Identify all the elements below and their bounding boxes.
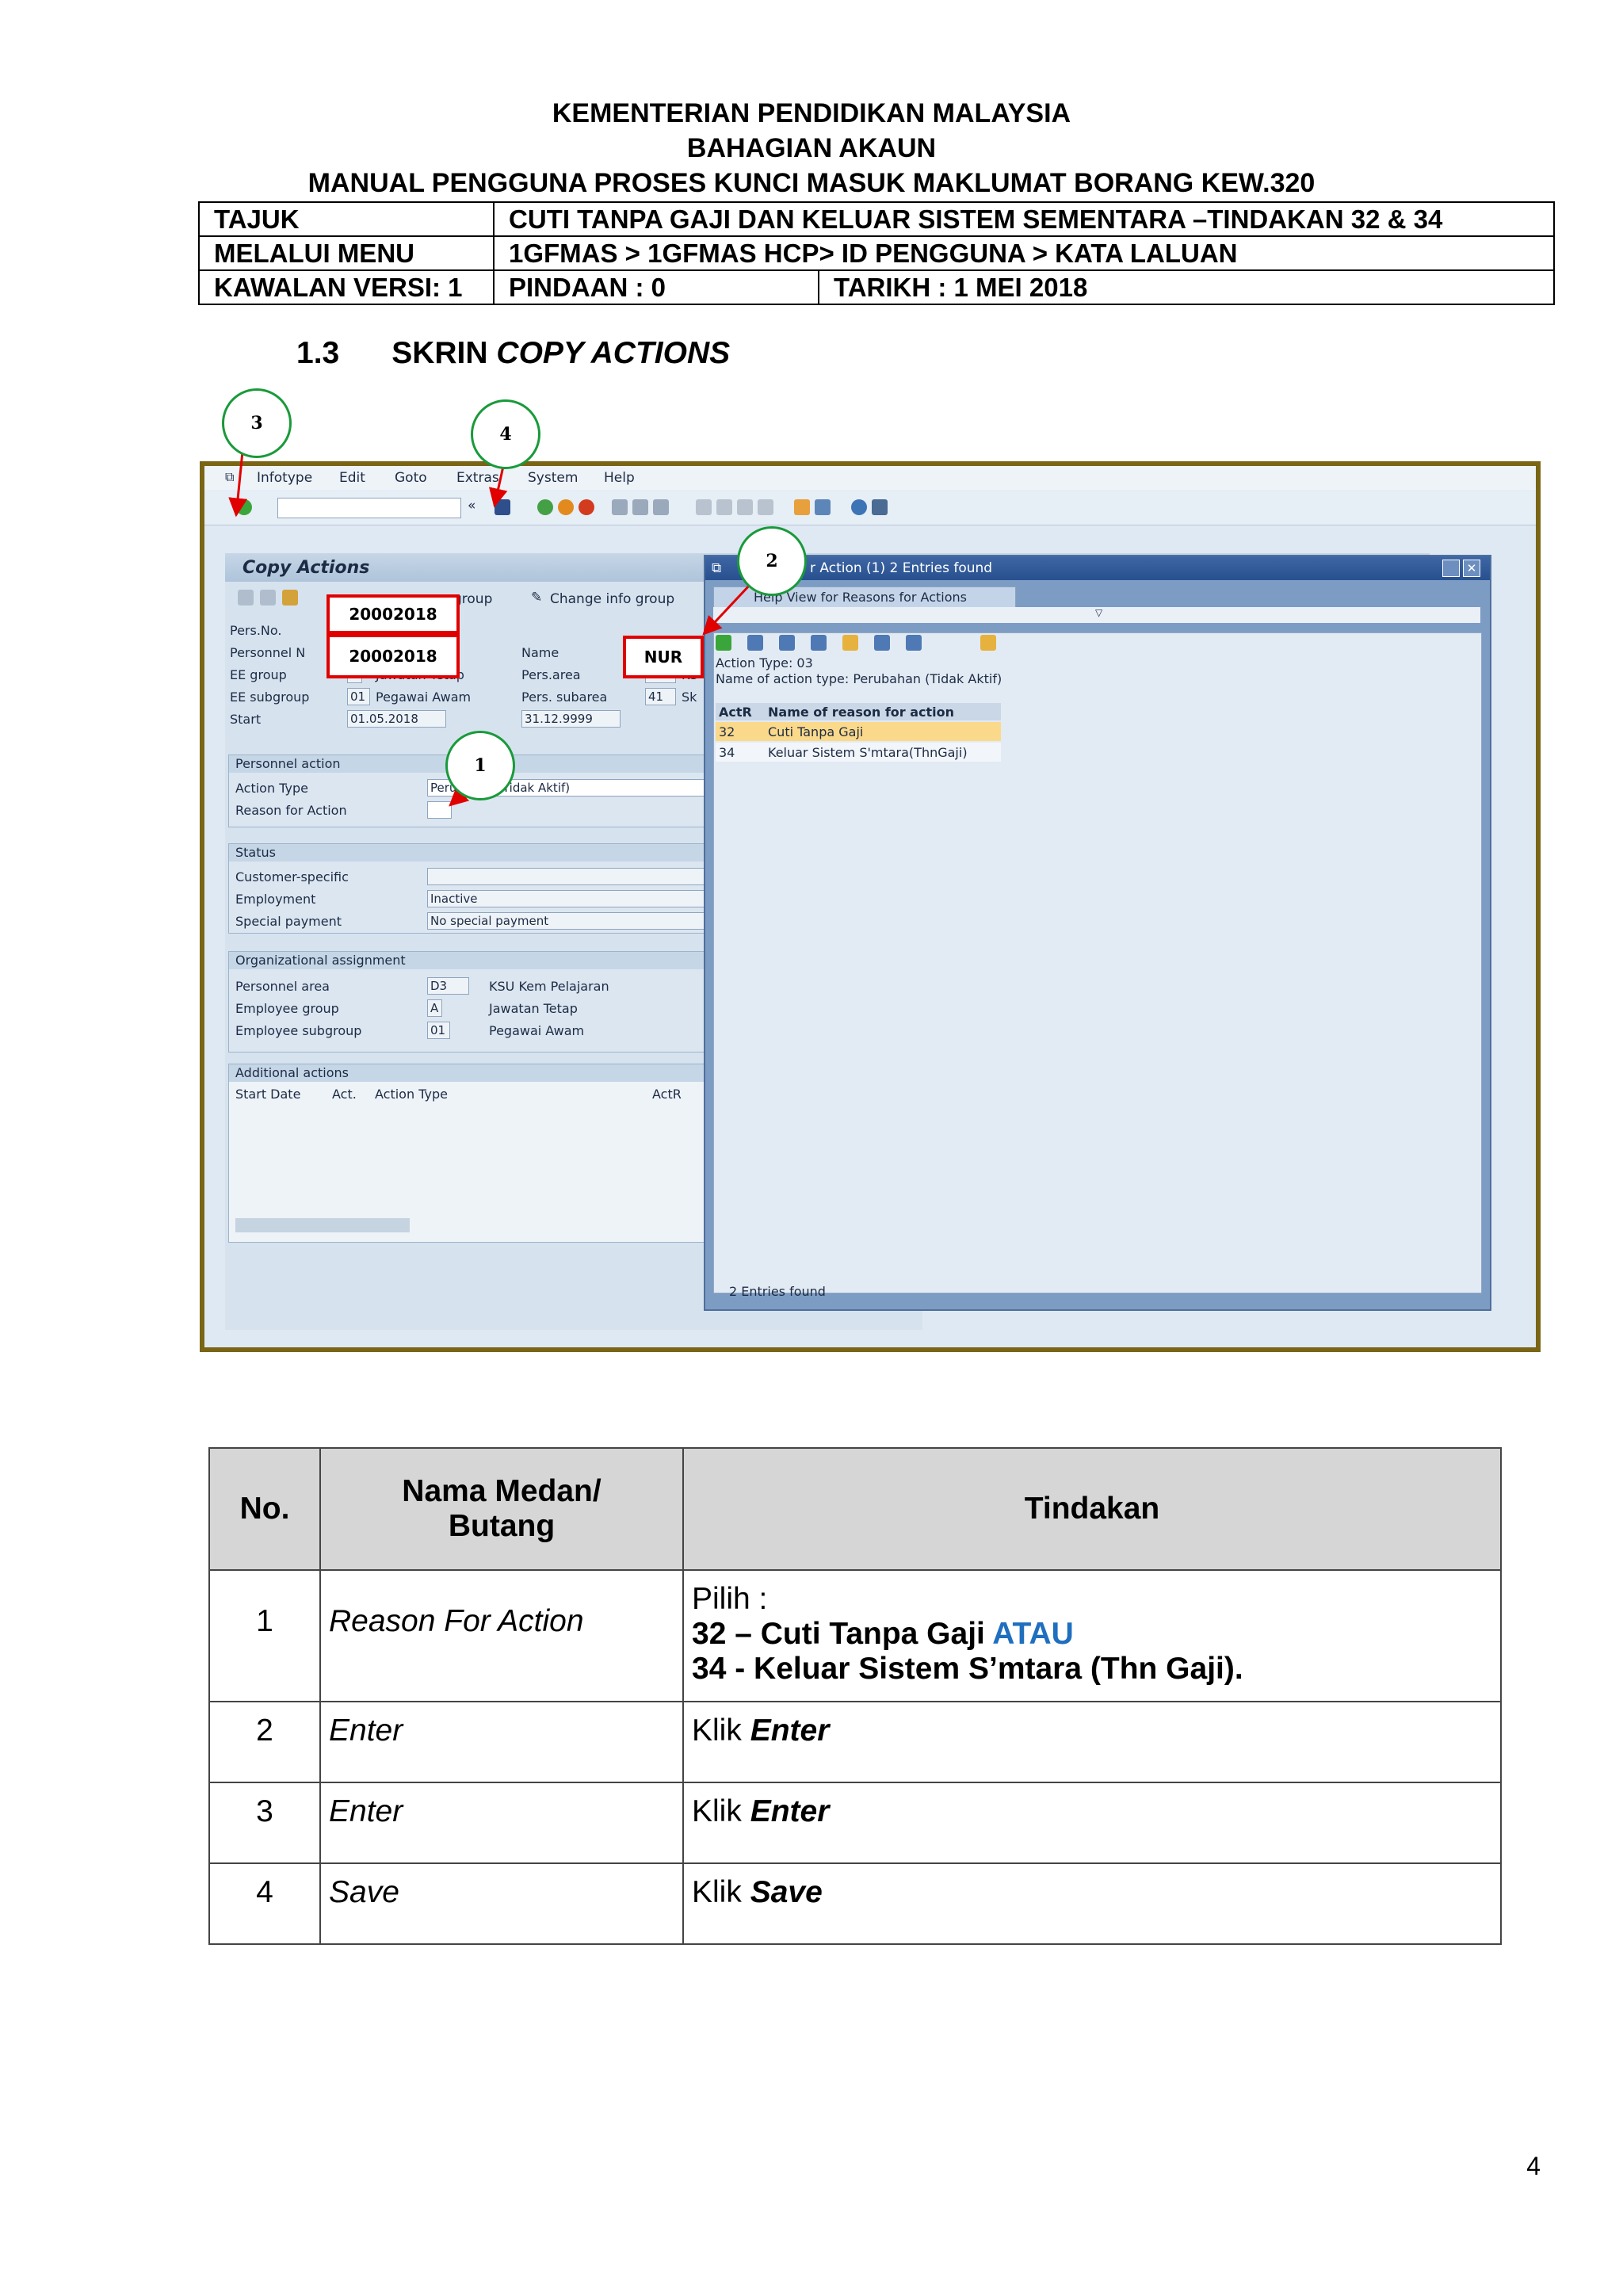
table-row: 2 Enter Klik Enter <box>208 1701 1502 1783</box>
step-action: Klik Enter <box>682 1701 1502 1783</box>
step-no: 4 <box>208 1862 321 1945</box>
step-action: Klik Save <box>682 1862 1502 1945</box>
page-number: 4 <box>1526 2152 1541 2180</box>
col-field-line1: Nama Medan/ <box>402 1474 601 1508</box>
step-no: 1 <box>208 1569 321 1702</box>
step-no: 2 <box>208 1701 321 1783</box>
step-action-option-34: 34 - Keluar Sistem S’mtara (Thn Gaji). <box>692 1652 1243 1686</box>
step-action: Klik Enter <box>682 1782 1502 1864</box>
table-row: 4 Save Klik Save <box>208 1862 1502 1945</box>
steps-header-row: No. Nama Medan/Butang Tindakan <box>208 1447 1502 1571</box>
col-action: Tindakan <box>682 1447 1502 1571</box>
callout-2: 2 <box>737 526 807 596</box>
col-field-line2: Butang <box>448 1509 556 1543</box>
steps-table: No. Nama Medan/Butang Tindakan 1 Reason … <box>208 1447 1502 1945</box>
callout-1: 1 <box>445 731 515 800</box>
step-field: Enter <box>319 1782 684 1864</box>
step-action-option-32: 32 – Cuti Tanpa Gaji ATAU <box>692 1617 1074 1651</box>
step-field: Reason For Action <box>319 1569 684 1702</box>
step-action-or: ATAU <box>992 1617 1074 1651</box>
callout-3: 3 <box>222 388 292 458</box>
col-no: No. <box>208 1447 321 1571</box>
step-action-intro: Pilih : <box>692 1582 768 1616</box>
callout-arrows <box>228 451 753 807</box>
step-field: Enter <box>319 1701 684 1783</box>
callout-4: 4 <box>471 399 540 469</box>
col-field: Nama Medan/Butang <box>319 1447 684 1571</box>
table-row: 3 Enter Klik Enter <box>208 1782 1502 1864</box>
table-row: 1 Reason For Action Pilih : 32 – Cuti Ta… <box>208 1569 1502 1702</box>
step-action: Pilih : 32 – Cuti Tanpa Gaji ATAU 34 - K… <box>682 1569 1502 1702</box>
step-no: 3 <box>208 1782 321 1864</box>
step-field: Save <box>319 1862 684 1945</box>
